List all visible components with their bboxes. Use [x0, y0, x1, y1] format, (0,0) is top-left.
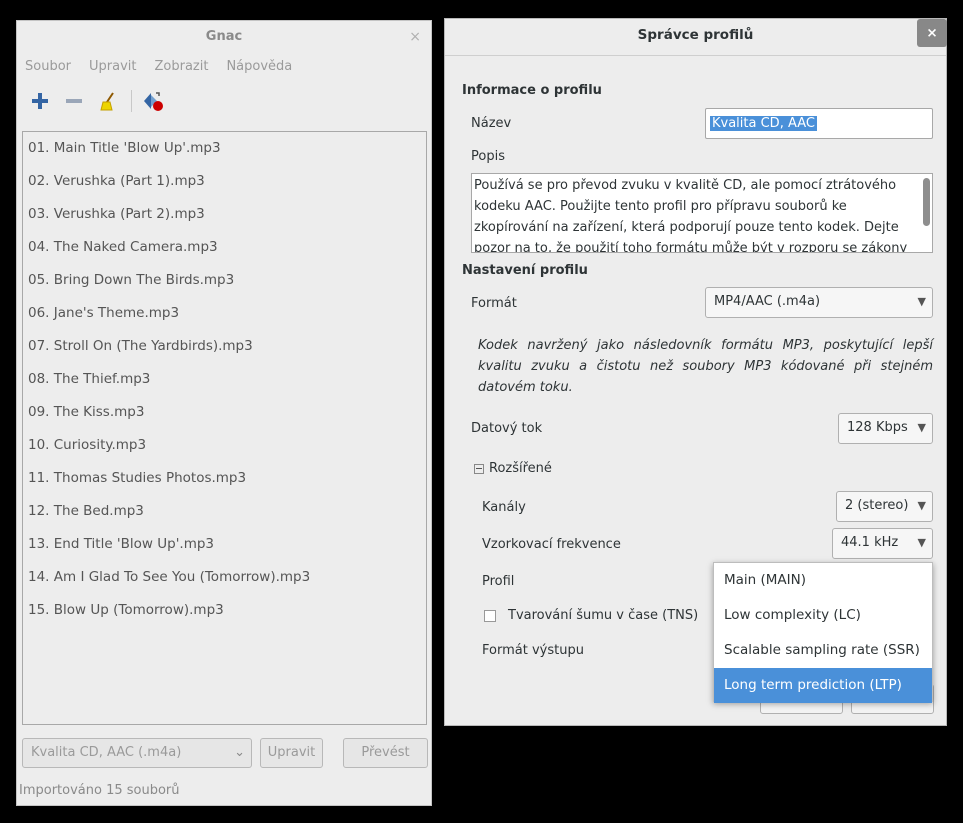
gnac-window: Gnac × Soubor Upravit Zobrazit Nápověda …: [16, 20, 432, 806]
profile-name-value: Kvalita CD, AAC: [710, 116, 817, 131]
description-line: pozor na to, že použití toho formátu můž…: [474, 241, 908, 253]
list-item[interactable]: 09. The Kiss.mp3: [23, 396, 426, 429]
name-label: Název: [471, 116, 512, 131]
profile-dropdown-menu: Main (MAIN) Low complexity (LC) Scalable…: [713, 562, 933, 703]
gnac-title: Gnac: [205, 29, 243, 44]
collapse-icon: [474, 463, 484, 474]
menubar: Soubor Upravit Zobrazit Nápověda: [17, 53, 431, 81]
toolbar: [17, 81, 431, 121]
profile-option-ltp[interactable]: Long term prediction (LTP): [714, 668, 932, 703]
profile-select[interactable]: Kvalita CD, AAC (.m4a) ⌄: [22, 738, 252, 768]
tns-checkbox-row[interactable]: Tvarování šumu v čase (TNS): [484, 608, 698, 623]
gnac-titlebar: Gnac ×: [17, 21, 431, 53]
profile-option-ssr[interactable]: Scalable sampling rate (SSR): [714, 633, 932, 668]
bitrate-select-value: 128 Kbps: [847, 420, 908, 435]
list-item[interactable]: 12. The Bed.mp3: [23, 495, 426, 528]
profile-label: Profil: [482, 574, 515, 589]
profile-manager-title: Správce profilů: [637, 27, 754, 43]
list-item[interactable]: 08. The Thief.mp3: [23, 363, 426, 396]
add-files-button[interactable]: [27, 88, 53, 114]
convert-button[interactable]: Převést: [343, 738, 428, 768]
samplerate-label: Vzorkovací frekvence: [482, 537, 621, 552]
format-description: Kodek navržený jako následovník formátu …: [478, 338, 933, 395]
convert-icon: [144, 92, 163, 111]
list-item[interactable]: 07. Stroll On (The Yardbirds).mp3: [23, 330, 426, 363]
bitrate-select[interactable]: 128 Kbps ▼: [838, 413, 933, 444]
list-item[interactable]: 02. Verushka (Part 1).mp3: [23, 165, 426, 198]
gnac-close-button[interactable]: ×: [409, 21, 421, 53]
close-icon: ×: [926, 25, 938, 41]
profile-select-value: Kvalita CD, AAC (.m4a): [31, 745, 182, 760]
list-item[interactable]: 14. Am I Glad To See You (Tomorrow).mp3: [23, 561, 426, 594]
list-item[interactable]: 05. Bring Down The Birds.mp3: [23, 264, 426, 297]
chevron-down-icon: ▼: [917, 421, 926, 434]
description-line: Používá se pro převod zvuku v kvalitě CD…: [474, 178, 897, 193]
samplerate-select-value: 44.1 kHz: [841, 535, 899, 550]
description-label: Popis: [471, 149, 505, 164]
chevron-down-icon: ⌄: [234, 745, 245, 760]
clear-list-button[interactable]: [95, 88, 121, 114]
format-select[interactable]: MP4/AAC (.m4a) ▼: [705, 287, 933, 318]
menu-upravit[interactable]: Upravit: [89, 53, 136, 81]
output-format-label: Formát výstupu: [482, 643, 584, 658]
samplerate-select[interactable]: 44.1 kHz ▼: [832, 528, 933, 559]
toolbar-separator: [131, 90, 132, 112]
file-list[interactable]: 01. Main Title 'Blow Up'.mp3 02. Verushk…: [22, 131, 427, 725]
status-bar: Importováno 15 souborů: [19, 783, 180, 798]
description-scrollbar[interactable]: [923, 178, 930, 226]
remove-files-button[interactable]: [61, 88, 87, 114]
minus-icon: [66, 99, 82, 103]
profile-name-field[interactable]: Kvalita CD, AAC: [705, 108, 933, 139]
list-item[interactable]: 11. Thomas Studies Photos.mp3: [23, 462, 426, 495]
list-item[interactable]: 01. Main Title 'Blow Up'.mp3: [23, 132, 426, 165]
tns-label: Tvarování šumu v čase (TNS): [508, 608, 699, 623]
menu-soubor[interactable]: Soubor: [25, 53, 71, 81]
list-item[interactable]: 03. Verushka (Part 2).mp3: [23, 198, 426, 231]
chevron-down-icon: ▼: [917, 295, 926, 308]
channels-select-value: 2 (stereo): [845, 498, 909, 513]
tns-checkbox[interactable]: [484, 609, 496, 622]
profile-option-main[interactable]: Main (MAIN): [714, 563, 932, 598]
bitrate-label: Datový tok: [471, 421, 543, 436]
description-line: zkopírování na zařízení, která podporují…: [474, 220, 899, 235]
profile-option-lc[interactable]: Low complexity (LC): [714, 598, 932, 633]
list-item[interactable]: 10. Curiosity.mp3: [23, 429, 426, 462]
convert-tool-button[interactable]: [140, 88, 166, 114]
chevron-down-icon: ▼: [917, 536, 926, 549]
list-item[interactable]: 13. End Title 'Blow Up'.mp3: [23, 528, 426, 561]
chevron-down-icon: ▼: [917, 499, 926, 512]
profile-info-heading: Informace o profilu: [462, 83, 602, 98]
list-item[interactable]: 15. Blow Up (Tomorrow).mp3: [23, 594, 426, 627]
profile-manager-titlebar: Správce profilů ×: [445, 19, 947, 56]
advanced-label: Rozšířené: [489, 461, 552, 476]
format-select-value: MP4/AAC (.m4a): [714, 294, 821, 309]
plus-icon: [32, 93, 48, 109]
dialog-close-button[interactable]: ×: [917, 19, 947, 47]
broom-icon: [100, 92, 114, 111]
channels-select[interactable]: 2 (stereo) ▼: [836, 491, 933, 522]
profile-settings-heading: Nastavení profilu: [462, 263, 588, 278]
menu-zobrazit[interactable]: Zobrazit: [154, 53, 208, 81]
list-item[interactable]: 04. The Naked Camera.mp3: [23, 231, 426, 264]
description-textarea[interactable]: Používá se pro převod zvuku v kvalitě CD…: [471, 173, 933, 253]
list-item[interactable]: 06. Jane's Theme.mp3: [23, 297, 426, 330]
channels-label: Kanály: [482, 500, 526, 515]
advanced-expander[interactable]: Rozšířené: [474, 461, 552, 476]
edit-profile-button[interactable]: Upravit: [260, 738, 323, 768]
description-line: kodeku AAC. Použijte tento profil pro př…: [474, 199, 847, 214]
bottom-controls: Kvalita CD, AAC (.m4a) ⌄ Upravit Převést: [22, 738, 428, 770]
format-label: Formát: [471, 296, 517, 311]
menu-napoveda[interactable]: Nápověda: [226, 53, 292, 81]
